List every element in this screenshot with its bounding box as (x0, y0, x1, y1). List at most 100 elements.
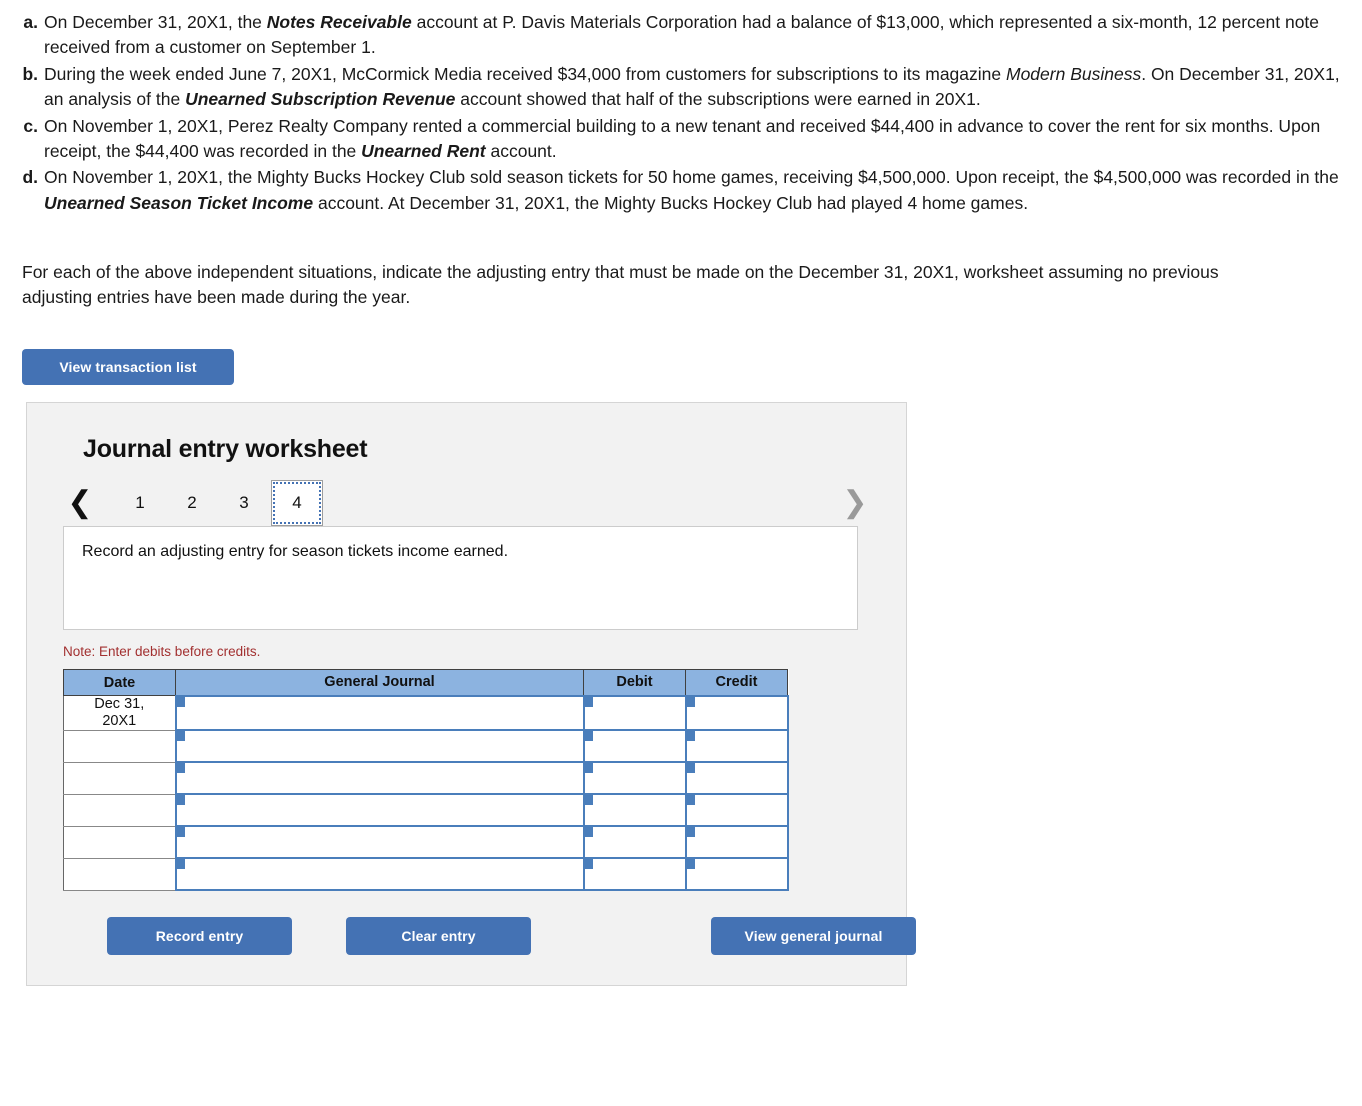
column-header-debit: Debit (583, 668, 686, 697)
cell-dropdown-marker-icon (176, 795, 185, 806)
column-header-date: Date (63, 668, 176, 697)
table-header-row: Date General Journal Debit Credit (63, 668, 788, 697)
situation-text: On November 1, 20X1, Perez Realty Compan… (44, 115, 1321, 161)
general-journal-cell[interactable] (174, 761, 585, 796)
situation-item: d. On November 1, 20X1, the Mighty Bucks … (22, 165, 1342, 216)
credit-cell[interactable] (684, 857, 789, 892)
cell-dropdown-marker-icon (176, 827, 185, 838)
general-journal-cell[interactable] (174, 857, 585, 892)
cell-dropdown-marker-icon (686, 795, 695, 806)
situation-item: b. During the week ended June 7, 20X1, Mc… (22, 62, 1342, 113)
table-row (63, 793, 789, 828)
tab-3[interactable]: 3 (219, 480, 269, 526)
general-journal-cell-input[interactable] (176, 731, 583, 762)
debit-cell-input[interactable] (584, 827, 685, 858)
worksheet-actions: Record entry Clear entry View general jo… (63, 917, 916, 956)
problem-statement: a. On December 31, 20X1, the Notes Receiv… (0, 0, 1362, 216)
situation-item: c. On November 1, 20X1, Perez Realty Comp… (22, 114, 1342, 165)
cell-dropdown-marker-icon (584, 827, 593, 838)
general-journal-cell-input[interactable] (176, 696, 583, 730)
date-cell[interactable] (63, 730, 176, 763)
tab-1[interactable]: 1 (115, 480, 165, 526)
debit-cell-input[interactable] (584, 859, 685, 890)
debit-cell[interactable] (582, 761, 687, 796)
general-journal-cell-input[interactable] (176, 795, 583, 826)
general-journal-cell-input[interactable] (176, 859, 583, 890)
tab-4[interactable]: 4 (271, 479, 323, 526)
debit-cell-input[interactable] (584, 731, 685, 762)
table-row (63, 761, 789, 796)
cell-dropdown-marker-icon (584, 795, 593, 806)
credit-cell[interactable] (684, 761, 789, 796)
date-cell[interactable] (63, 794, 176, 827)
chevron-right-icon[interactable]: ❯ (838, 480, 872, 526)
cell-dropdown-marker-icon (176, 731, 185, 742)
cell-dropdown-marker-icon (584, 763, 593, 774)
general-journal-cell[interactable] (174, 729, 585, 764)
credit-cell[interactable] (684, 793, 789, 828)
chevron-left-icon[interactable]: ❮ (63, 480, 97, 526)
general-journal-cell[interactable] (174, 793, 585, 828)
situation-marker: b. (22, 63, 38, 84)
column-header-general-journal: General Journal (175, 668, 584, 697)
date-cell[interactable] (63, 858, 176, 891)
situation-text: On November 1, 20X1, the Mighty Bucks Ho… (44, 167, 1339, 213)
credit-cell-input[interactable] (686, 795, 787, 826)
general-journal-table: Date General Journal Debit Credit Dec 31… (63, 668, 789, 892)
debit-cell-input[interactable] (584, 763, 685, 794)
debit-cell[interactable] (582, 825, 687, 860)
entry-description-box: Record an adjusting entry for season tic… (63, 525, 858, 630)
credit-cell-input[interactable] (686, 763, 787, 794)
record-entry-button[interactable]: Record entry (107, 917, 292, 956)
view-general-journal-button[interactable]: View general journal (711, 917, 916, 956)
entry-description-text: Record an adjusting entry for season tic… (82, 542, 509, 560)
debit-cell[interactable] (582, 729, 687, 764)
situation-marker: c. (23, 115, 38, 136)
date-cell[interactable] (63, 762, 176, 795)
general-journal-cell-input[interactable] (176, 763, 583, 794)
credit-cell[interactable] (684, 825, 789, 860)
column-header-credit: Credit (685, 668, 788, 697)
debit-cell[interactable] (582, 793, 687, 828)
credit-cell[interactable] (684, 694, 789, 732)
table-row (63, 857, 789, 892)
cell-dropdown-marker-icon (686, 827, 695, 838)
view-transaction-list-container: View transaction list (0, 311, 1362, 385)
table-body: Dec 31, 20X1 (63, 694, 789, 892)
situation-text: On December 31, 20X1, the Notes Receivab… (44, 12, 1320, 58)
general-journal-cell[interactable] (174, 694, 585, 732)
cell-dropdown-marker-icon (686, 731, 695, 742)
cell-dropdown-marker-icon (176, 859, 185, 870)
situations-list: a. On December 31, 20X1, the Notes Receiv… (22, 10, 1342, 216)
credit-cell-input[interactable] (686, 827, 787, 858)
instruction-paragraph: For each of the above independent situat… (22, 262, 1219, 308)
table-row (63, 729, 789, 764)
credit-cell-input[interactable] (686, 696, 787, 730)
credit-cell[interactable] (684, 729, 789, 764)
cell-dropdown-marker-icon (584, 731, 593, 742)
credit-cell-input[interactable] (686, 859, 787, 890)
credit-cell-input[interactable] (686, 731, 787, 762)
debit-cell-input[interactable] (584, 795, 685, 826)
cell-dropdown-marker-icon (176, 696, 185, 707)
date-cell[interactable] (63, 826, 176, 859)
tab-list: 1234 (115, 479, 325, 526)
situation-text: During the week ended June 7, 20X1, McCo… (44, 63, 1340, 110)
cell-dropdown-marker-icon (584, 696, 593, 707)
clear-entry-button[interactable]: Clear entry (346, 917, 531, 956)
debits-before-credits-note: Note: Enter debits before credits. (63, 643, 261, 659)
debit-cell-input[interactable] (584, 696, 685, 730)
view-transaction-list-button[interactable]: View transaction list (22, 348, 234, 385)
general-journal-cell[interactable] (174, 825, 585, 860)
debit-cell[interactable] (582, 694, 687, 732)
date-cell[interactable]: Dec 31, 20X1 (63, 695, 176, 731)
page-title: Journal entry worksheet (83, 434, 368, 463)
tab-2[interactable]: 2 (167, 480, 217, 526)
worksheet-tab-strip: ❮ 1234 ❯ (63, 479, 886, 526)
cell-dropdown-marker-icon (686, 763, 695, 774)
table-row: Dec 31, 20X1 (63, 694, 789, 732)
cell-dropdown-marker-icon (686, 859, 695, 870)
debit-cell[interactable] (582, 857, 687, 892)
situation-item: a. On December 31, 20X1, the Notes Receiv… (22, 10, 1342, 61)
general-journal-cell-input[interactable] (176, 827, 583, 858)
